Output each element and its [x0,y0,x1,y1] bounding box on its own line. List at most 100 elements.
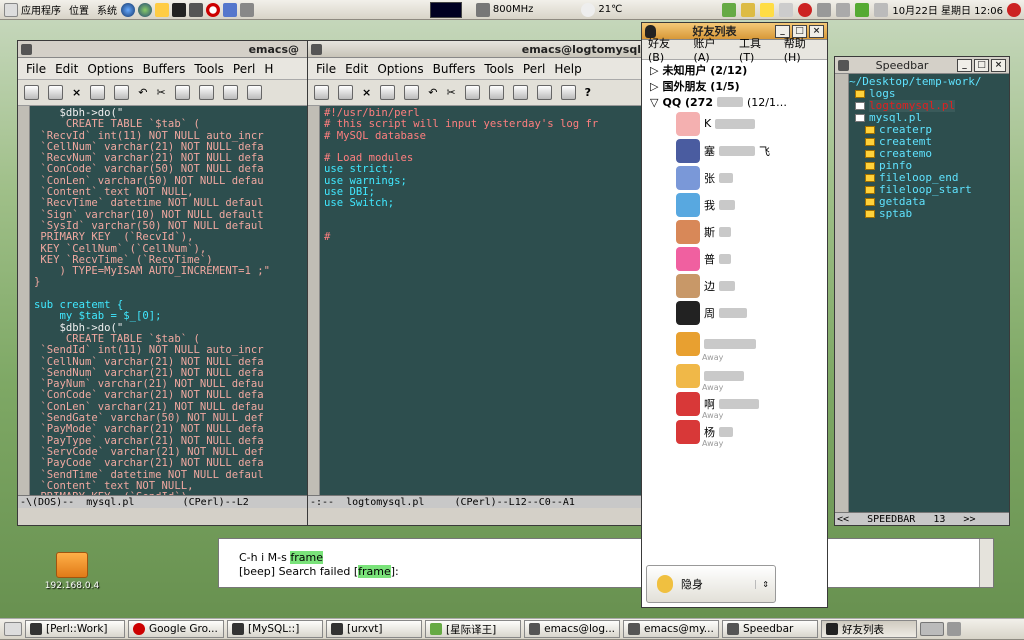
minibuffer-line2[interactable]: [beep] Search failed [frame]: [239,565,399,578]
app-icon[interactable] [240,2,254,17]
qq-group-unknown[interactable]: ▷ 未知用户 (2/12) [642,62,827,78]
taskbar-item[interactable]: [urxvt] [326,620,422,638]
save-as-icon[interactable] [114,85,130,100]
qq-contact[interactable]: 周 [642,299,827,326]
document-icon[interactable] [223,2,237,17]
taskbar-item[interactable]: emacs@my... [623,620,719,638]
qq-menu-friends[interactable]: 好友(B) [648,35,685,64]
notes-icon[interactable] [741,2,756,17]
paste-icon[interactable] [198,85,214,100]
show-desktop-icon[interactable] [4,622,22,636]
help-icon[interactable]: ? [585,86,591,99]
qq-group-foreign[interactable]: ▷ 国外朋友 (1/5) [642,78,827,94]
emacs-mid-titlebar[interactable]: emacs@logtomysql [308,41,650,58]
qq-contact[interactable]: Away [642,362,827,392]
menu-perl[interactable]: Perl [523,62,545,76]
close-icon[interactable]: × [72,86,81,99]
taskbar-item[interactable]: [Perl::Work] [25,620,125,638]
copy-icon[interactable] [174,85,190,100]
qq-contact[interactable]: 斯 [642,218,827,245]
menu-tools[interactable]: Tools [484,62,514,76]
applications-menu[interactable]: 应用程序 [0,0,65,20]
menu-file[interactable]: File [26,62,46,76]
terminal-icon[interactable] [172,2,186,17]
weather-tray-icon[interactable] [874,2,889,17]
qq-contact[interactable]: K [642,110,827,137]
qq-contact[interactable]: 塞飞 [642,137,827,164]
emacs-mid-scrollbar[interactable] [308,106,320,495]
emacs-left-buffer[interactable]: $dbh->do(" CREATE TABLE `$tab` ( `RecvId… [30,106,308,495]
menu-perl[interactable]: Perl [233,62,255,76]
qq-contact[interactable]: Away [642,326,827,362]
desktop-network-folder[interactable]: 192.168.0.4 [44,552,100,591]
new-file-icon[interactable] [24,85,39,100]
qq-contact[interactable]: 啊 Away [642,390,827,420]
menu-options[interactable]: Options [377,62,423,76]
cut-icon[interactable]: ✂ [156,86,165,99]
save-icon[interactable] [380,85,396,100]
taskbar-item[interactable]: emacs@log... [524,620,620,638]
maximize-button[interactable]: □ [973,58,989,72]
browser-icon[interactable] [121,2,135,17]
qq-menu-account[interactable]: 账户(A) [694,35,731,64]
window-menu-icon[interactable] [311,43,322,55]
close-icon[interactable]: × [362,86,371,99]
qq-status-selector[interactable]: 隐身 ⇕ [646,565,776,603]
copy-icon[interactable] [464,85,480,100]
qq-menu-help[interactable]: 帮助(H) [784,35,821,64]
window-menu-icon[interactable] [838,59,849,71]
preferences-icon[interactable] [560,85,576,100]
menu-options[interactable]: Options [87,62,133,76]
places-menu[interactable]: 位置 [65,0,93,20]
taskbar-item[interactable]: [MySQL::] [227,620,323,638]
menu-tools[interactable]: Tools [194,62,224,76]
emacs-mid-buffer[interactable]: #!/usr/bin/perl # this script will input … [320,106,650,495]
weather[interactable]: 21℃ [577,0,626,20]
star-icon[interactable] [155,2,169,17]
qq-contact[interactable]: 普 [642,245,827,272]
search-icon[interactable] [512,85,528,100]
menu-file[interactable]: File [316,62,336,76]
trash-icon[interactable] [947,622,961,636]
print-icon[interactable] [536,85,552,100]
power-icon[interactable] [1007,2,1021,17]
menu-edit[interactable]: Edit [345,62,368,76]
minimize-button[interactable]: _ [956,58,972,72]
qq-group-qq[interactable]: ▽ QQ (272 (12/1… [642,94,827,110]
qq-menu-tools[interactable]: 工具(T) [739,35,775,64]
open-folder-icon[interactable] [338,85,353,100]
emacs-left-titlebar[interactable]: emacs@ [18,41,308,58]
menu-buffers[interactable]: Buffers [143,62,186,76]
taskbar-item[interactable]: [星际译王] [425,620,521,638]
record-icon[interactable] [798,2,813,17]
close-button[interactable]: × [990,58,1006,72]
clock[interactable]: 10月22日 星期日 12:06 [888,0,1007,20]
undo-icon[interactable]: ↶ [138,86,147,99]
search-icon[interactable] [222,85,238,100]
display-icon[interactable] [836,2,851,17]
system-menu[interactable]: 系统 [93,0,121,20]
save-as-icon[interactable] [404,85,420,100]
taskbar-item[interactable]: Speedbar [722,620,818,638]
earth-icon[interactable] [138,2,152,17]
volume-icon[interactable] [817,2,832,17]
menu-help[interactable]: H [264,62,273,76]
new-file-icon[interactable] [314,85,329,100]
taskbar-item[interactable]: Google Gro... [128,620,224,638]
workspace-switcher-icon[interactable] [920,622,944,636]
menu-edit[interactable]: Edit [55,62,78,76]
save-icon[interactable] [90,85,106,100]
speedbar-titlebar[interactable]: Speedbar _ □ × [835,57,1009,74]
cut-icon[interactable]: ✂ [446,86,455,99]
opera-icon[interactable] [206,2,220,17]
qq-contact[interactable]: 杨 Away [642,418,827,448]
emacs-left-scrollbar[interactable] [18,106,30,495]
battery-icon[interactable] [855,2,870,17]
menu-buffers[interactable]: Buffers [433,62,476,76]
qq-contact[interactable]: 边 [642,272,827,299]
undo-icon[interactable]: ↶ [428,86,437,99]
editor-icon[interactable] [189,2,203,17]
taskbar-item[interactable]: 好友列表 [821,620,917,638]
network-icon[interactable] [779,2,794,17]
qq-contact[interactable]: 张 [642,164,827,191]
